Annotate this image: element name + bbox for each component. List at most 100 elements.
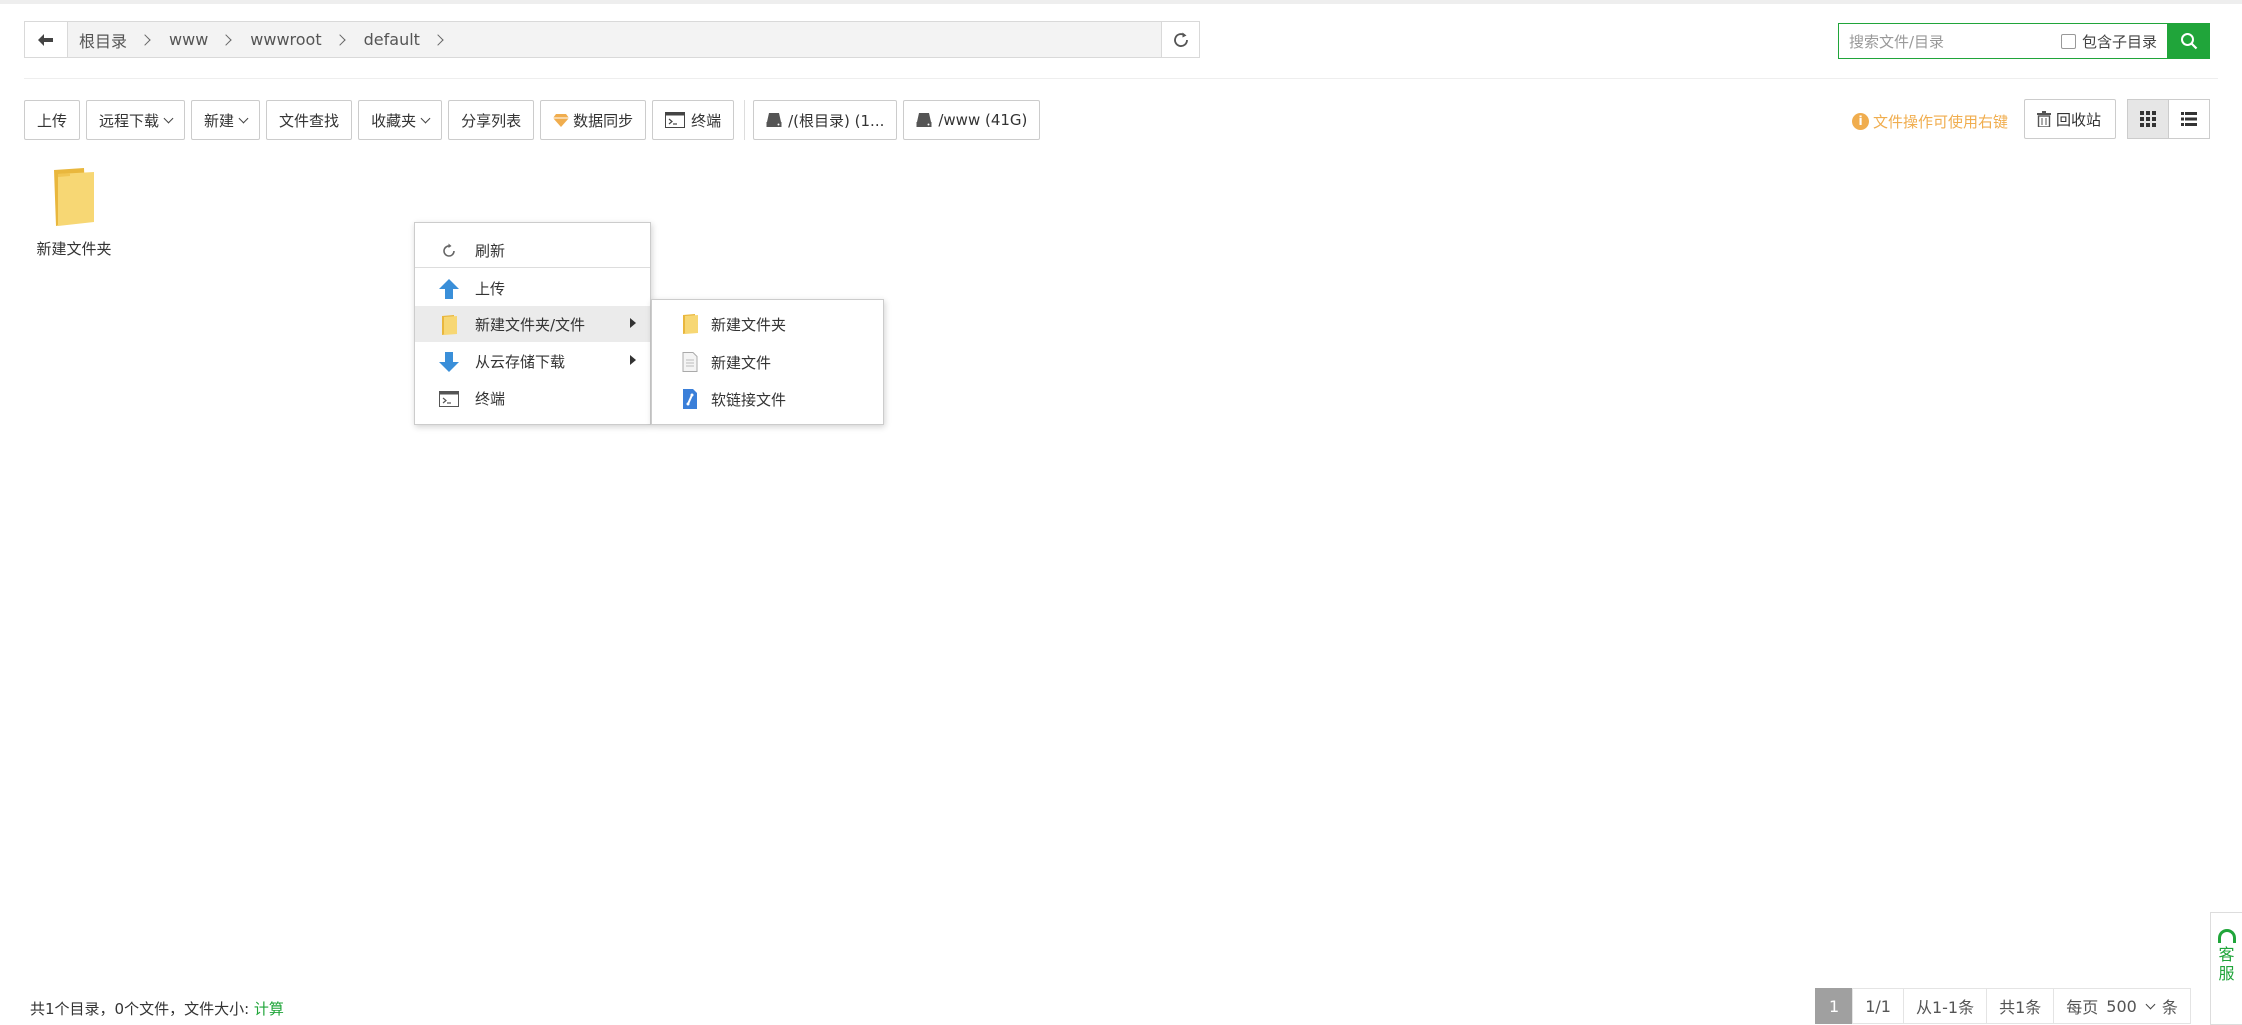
- remote-download-label: 远程下载: [99, 111, 160, 130]
- page-info: 1/1: [1852, 988, 1904, 1024]
- customer-service-button[interactable]: 客 服: [2210, 912, 2242, 1025]
- breadcrumb-item-default[interactable]: default: [364, 30, 420, 49]
- path-bar[interactable]: 根目录 www wwwroot default: [24, 21, 1200, 58]
- breadcrumb-item-www[interactable]: www: [169, 30, 208, 49]
- chevron-down-icon: [238, 113, 249, 123]
- disk-root-button[interactable]: /(根目录) (1...: [753, 100, 898, 140]
- submenu-arrow-icon: [630, 318, 636, 328]
- toolbar: 上传 远程下载 新建 文件查找 收藏夹 分享列表 数据同步 终端 /(根目录) …: [24, 99, 1046, 141]
- file-item-folder[interactable]: 新建文件夹: [30, 168, 118, 263]
- remote-download-button[interactable]: 远程下载: [86, 100, 186, 140]
- search-input[interactable]: [1847, 29, 2051, 55]
- submenu-item-label: 新建文件夹: [711, 315, 787, 334]
- chevron-right-icon: [220, 33, 232, 46]
- favorites-button[interactable]: 收藏夹: [358, 100, 443, 140]
- file-name: 新建文件夹: [36, 240, 112, 258]
- list-view-button[interactable]: [2168, 100, 2209, 138]
- top-border: [0, 0, 2242, 4]
- menu-item-refresh[interactable]: 刷新: [415, 232, 650, 268]
- info-icon: i: [1852, 112, 1869, 130]
- calculate-size-link[interactable]: 计算: [254, 1000, 284, 1018]
- menu-item-label: 从云存储下载: [475, 352, 566, 371]
- data-sync-button[interactable]: 数据同步: [540, 100, 647, 140]
- per-page-selector[interactable]: 每页 500 条: [2053, 988, 2191, 1024]
- menu-item-label: 新建文件夹/文件: [475, 315, 586, 334]
- service-label-2: 服: [2218, 964, 2235, 983]
- per-page-select[interactable]: 500: [2106, 996, 2156, 1016]
- menu-item-upload[interactable]: 上传: [415, 270, 650, 306]
- per-page-value: 500: [2106, 996, 2137, 1016]
- stats-text: 共1个目录，0个文件，文件大小:: [30, 1000, 254, 1018]
- back-button[interactable]: [25, 22, 68, 57]
- include-subdir-checkbox[interactable]: [2061, 33, 2076, 49]
- chevron-down-icon: [163, 113, 174, 123]
- submenu-item-label: 新建文件: [711, 353, 772, 372]
- chevron-right-icon: [139, 33, 151, 46]
- breadcrumb-item-root[interactable]: 根目录: [79, 28, 127, 52]
- folder-icon: [54, 168, 94, 226]
- submenu-item-symlink-file[interactable]: 软链接文件: [652, 381, 883, 417]
- footer-stats: 共1个目录，0个文件，文件大小: 计算: [30, 998, 284, 1019]
- new-button[interactable]: 新建: [191, 100, 261, 140]
- submenu-item-label: 软链接文件: [711, 390, 787, 409]
- menu-item-terminal[interactable]: 终端: [415, 380, 650, 416]
- new-label: 新建: [204, 111, 235, 130]
- submenu-item-new-folder[interactable]: 新建文件夹: [652, 306, 883, 342]
- recycle-bin-button[interactable]: 回收站: [2024, 99, 2116, 139]
- right-click-tip: i 文件操作可使用右键: [1852, 109, 2008, 133]
- disk-root-label: /(根目录) (1...: [788, 111, 885, 130]
- context-submenu: 新建文件夹 新建文件 软链接文件: [651, 299, 884, 425]
- chevron-right-icon: [432, 33, 444, 46]
- folder-icon: [442, 315, 457, 335]
- menu-divider: [415, 267, 650, 268]
- terminal-label: 终端: [691, 111, 722, 130]
- page-total: 共1条: [1986, 988, 2055, 1024]
- disk-www-button[interactable]: /www (41G): [903, 100, 1041, 140]
- service-label-1: 客: [2218, 945, 2235, 964]
- include-subdir-option[interactable]: 包含子目录: [2061, 24, 2157, 58]
- search-box: 包含子目录: [1838, 23, 2210, 59]
- chevron-down-icon: [2145, 999, 2156, 1009]
- search-button[interactable]: [2167, 23, 2210, 59]
- terminal-icon: [665, 112, 686, 128]
- list-icon: [2181, 112, 2197, 126]
- menu-item-label: 终端: [475, 389, 506, 408]
- share-list-label: 分享列表: [461, 111, 522, 130]
- context-menu: 刷新 上传 新建文件夹/文件 从云存储下载 终端: [414, 222, 651, 425]
- grid-icon: [2140, 111, 2156, 127]
- pagination: 1 1/1 从1-1条 共1条 每页 500 条: [1815, 988, 2191, 1024]
- file-search-button[interactable]: 文件查找: [266, 100, 353, 140]
- header-divider: [24, 78, 2218, 79]
- chevron-down-icon: [420, 113, 431, 123]
- view-toggle: [2127, 99, 2210, 139]
- grid-view-button[interactable]: [2128, 100, 2168, 138]
- page-range: 从1-1条: [1902, 988, 1988, 1024]
- terminal-button[interactable]: 终端: [652, 100, 735, 140]
- diamond-icon: [553, 113, 570, 127]
- upload-arrow-icon: [439, 279, 459, 299]
- menu-item-new-folder-file[interactable]: 新建文件夹/文件: [415, 306, 650, 342]
- submenu-item-new-file[interactable]: 新建文件: [652, 344, 883, 380]
- upload-button[interactable]: 上传: [24, 100, 81, 140]
- per-page-label: 每页: [2066, 998, 2099, 1017]
- file-search-label: 文件查找: [279, 111, 340, 130]
- link-file-icon: [683, 389, 697, 409]
- share-list-button[interactable]: 分享列表: [448, 100, 535, 140]
- data-sync-label: 数据同步: [573, 111, 634, 130]
- download-arrow-icon: [439, 352, 459, 372]
- menu-item-cloud-download[interactable]: 从云存储下载: [415, 343, 650, 379]
- terminal-icon: [439, 391, 459, 407]
- upload-label: 上传: [37, 111, 68, 130]
- disk-www-label: /www (41G): [938, 111, 1028, 129]
- per-page-unit: 条: [2161, 998, 2178, 1017]
- disk-icon: [916, 113, 932, 127]
- recycle-bin-label: 回收站: [2056, 110, 2102, 129]
- refresh-button[interactable]: [1161, 22, 1199, 57]
- file-icon: [682, 352, 698, 372]
- breadcrumb-item-wwwroot[interactable]: wwwroot: [250, 30, 321, 49]
- breadcrumb: 根目录 www wwwroot default: [79, 22, 462, 57]
- submenu-arrow-icon: [630, 355, 636, 365]
- search-icon: [2180, 33, 2197, 50]
- page-current[interactable]: 1: [1815, 988, 1854, 1024]
- chevron-right-icon: [333, 33, 346, 46]
